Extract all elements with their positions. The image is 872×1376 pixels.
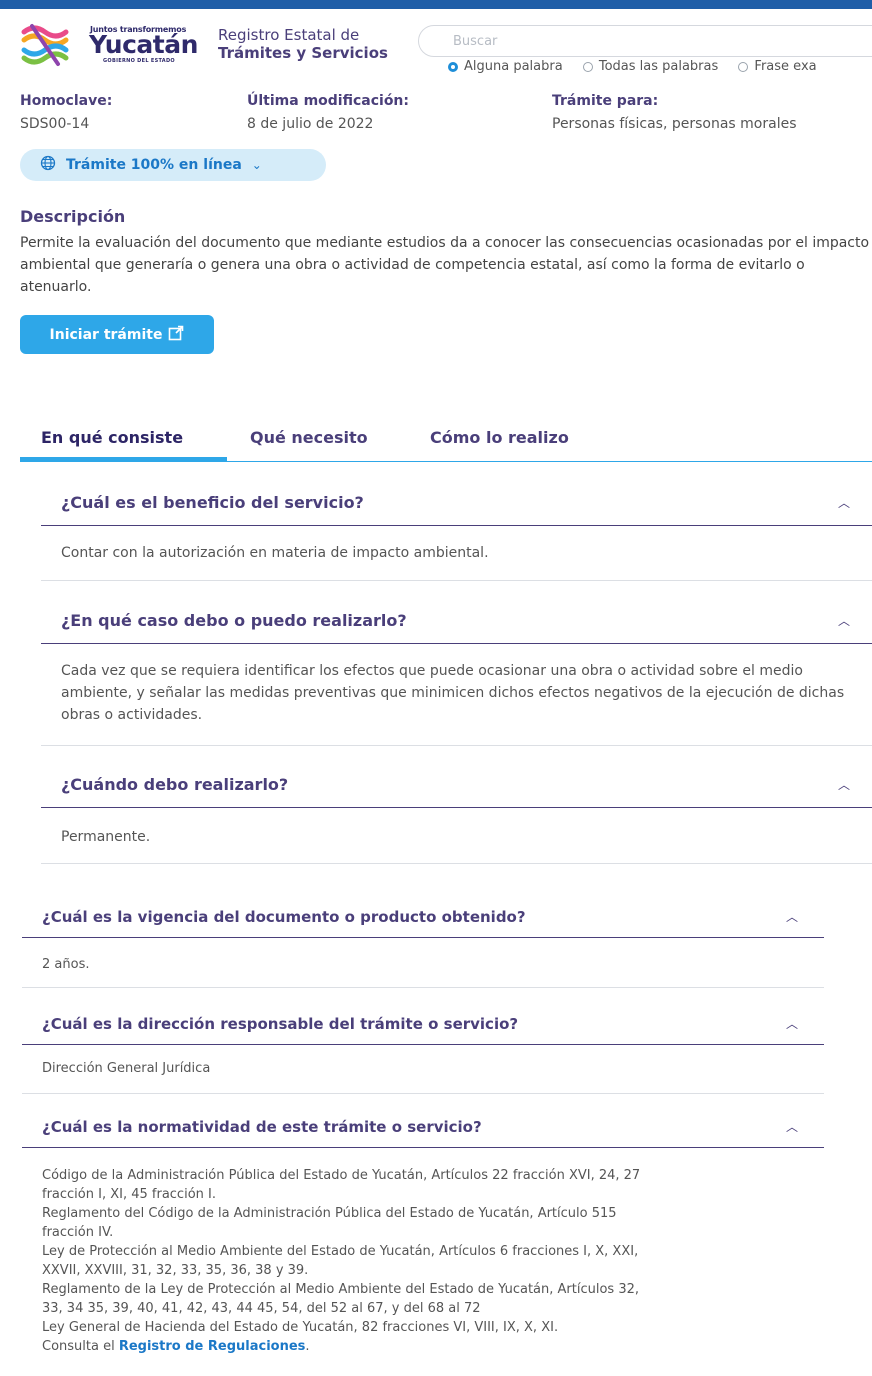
top-bar [0,0,872,9]
radio-todas-las-palabras[interactable]: Todas las palabras [582,59,718,74]
accordion-header-en-que-caso[interactable]: ¿En qué caso debo o puedo realizarlo? ︿ [41,598,872,644]
globe-icon [40,155,56,175]
chevron-up-icon: ︿ [837,496,850,510]
homoclave-value: SDS00-14 [20,116,90,132]
start-tramite-button[interactable]: Iniciar trámite [20,315,214,354]
yucatan-logo-icon[interactable] [20,22,70,68]
divider [41,745,872,746]
tab-que-necesito[interactable]: Qué necesito [250,428,368,447]
tab-en-que-consiste[interactable]: En qué consiste [41,428,183,447]
divider [22,987,824,988]
norm-line: XXVII, XXVIII, 31, 32, 33, 35, 36, 38 y … [42,1263,309,1278]
accordion-header-beneficio[interactable]: ¿Cuál es el beneficio del servicio? ︿ [41,480,872,526]
chevron-up-icon: ︿ [837,778,850,792]
norm-line: fracción I, XI, 45 fracción I. [42,1187,216,1202]
radio-dot-icon [738,61,749,72]
registry-title-line1: Registro Estatal de [218,26,360,44]
norm-line: Ley General de Hacienda del Estado de Yu… [42,1320,559,1335]
norm-line: Código de la Administración Pública del … [42,1168,641,1183]
description-title: Descripción [20,207,126,226]
tramite-para-label: Trámite para: [552,93,659,109]
chevron-up-icon: ︿ [785,910,798,924]
tab-bar: En qué consiste Qué necesito Cómo lo rea… [20,420,872,462]
registro-regulaciones-link[interactable]: Registro de Regulaciones [119,1339,306,1354]
chevron-up-icon: ︿ [785,1017,798,1031]
divider [22,1093,824,1094]
norm-line: Reglamento de la Ley de Protección al Me… [42,1282,639,1297]
accordion-body-vigencia: 2 años. [42,957,90,972]
modified-value: 8 de julio de 2022 [247,116,374,132]
radio-alguna-palabra[interactable]: Alguna palabra [448,59,563,74]
consult-line: Consulta el Registro de Regulaciones. [42,1339,310,1354]
accordion-body-direccion: Dirección General Jurídica [42,1061,211,1076]
brand-subtitle: GOBIERNO DEL ESTADO [103,58,175,64]
norm-line: fracción IV. [42,1225,114,1240]
radio-frase-exacta[interactable]: Frase exa [738,59,817,74]
search-input[interactable] [418,25,872,57]
tramite-para-value: Personas físicas, personas morales [552,116,797,132]
online-badge-label: Trámite 100% en línea [66,157,242,173]
active-tab-indicator [20,457,227,461]
description-text: Permite la evaluación del documento que … [20,235,870,295]
norm-line: Reglamento del Código de la Administraci… [42,1206,617,1221]
homoclave-label: Homoclave: [20,93,113,109]
accordion-header-normatividad[interactable]: ¿Cuál es la normatividad de este trámite… [22,1106,824,1148]
accordion-header-direccion[interactable]: ¿Cuál es la dirección responsable del tr… [22,1003,824,1045]
registry-title-line2: Trámites y Servicios [218,44,388,62]
chevron-down-icon: ⌄ [251,158,262,172]
divider [41,863,872,864]
accordion-header-vigencia[interactable]: ¿Cuál es la vigencia del documento o pro… [22,896,824,938]
chevron-up-icon: ︿ [785,1120,798,1134]
accordion-body-en-que-caso: Cada vez que se requiera identificar los… [61,663,845,723]
divider [41,580,872,581]
accordion-header-cuando[interactable]: ¿Cuándo debo realizarlo? ︿ [41,762,872,808]
norm-line: Ley de Protección al Medio Ambiente del … [42,1244,639,1259]
tab-como-lo-realizo[interactable]: Cómo lo realizo [430,428,569,447]
norm-line: 33, 34 35, 39, 40, 41, 42, 43, 44 45, 54… [42,1301,481,1316]
accordion-body-cuando: Permanente. [61,829,151,845]
modified-label: Última modificación: [247,93,409,109]
brand-name: Yucatán [89,30,198,59]
search-mode-options: Alguna palabra Todas las palabras Frase … [448,59,833,76]
radio-dot-icon [448,61,458,72]
external-link-icon [168,325,184,345]
radio-dot-icon [582,61,593,72]
chevron-up-icon: ︿ [837,614,850,628]
online-badge-dropdown[interactable]: Trámite 100% en línea ⌄ [20,149,326,181]
accordion-body-beneficio: Contar con la autorización en materia de… [61,545,489,561]
accordion-body-normatividad: Código de la Administración Pública del … [42,1166,812,1356]
